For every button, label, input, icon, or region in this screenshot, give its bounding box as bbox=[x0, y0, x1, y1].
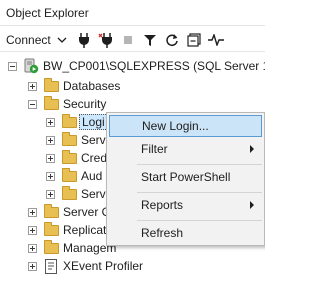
chevron-down-icon bbox=[57, 37, 67, 43]
panel-title: Object Explorer bbox=[0, 0, 265, 26]
submenu-arrow-icon bbox=[250, 201, 254, 209]
tree-item-server-audit-specs[interactable]: Serv bbox=[46, 184, 106, 204]
folder-icon bbox=[43, 221, 59, 238]
folder-icon bbox=[61, 113, 77, 130]
menu-separator bbox=[137, 192, 262, 193]
menu-separator bbox=[137, 220, 262, 221]
folder-icon bbox=[43, 95, 59, 112]
expand-toggle[interactable] bbox=[28, 81, 37, 91]
tree-item-security[interactable]: Security bbox=[28, 94, 106, 114]
menu-item-label: Filter bbox=[141, 142, 168, 156]
menu-item-label: Start PowerShell bbox=[141, 170, 231, 184]
tree-item-server-objects[interactable]: Server O bbox=[28, 202, 111, 222]
collapse-toggle[interactable] bbox=[28, 99, 37, 109]
tree-server-node[interactable]: BW_CP001\SQLEXPRESS (SQL Server 16.0.1 bbox=[8, 56, 265, 76]
folder-icon bbox=[61, 131, 77, 148]
tree-item-label: Databases bbox=[63, 79, 121, 93]
connect-button[interactable]: Connect bbox=[6, 30, 73, 50]
activity-monitor-icon[interactable] bbox=[205, 30, 227, 50]
connect-label: Connect bbox=[6, 32, 51, 47]
tree-item-label: XEvent Profiler bbox=[63, 259, 144, 273]
folder-icon bbox=[61, 149, 77, 166]
tree-item-xevent-profiler[interactable]: XEvent Profiler bbox=[28, 256, 143, 276]
server-label: BW_CP001\SQLEXPRESS (SQL Server 16.0.1 bbox=[43, 59, 265, 73]
folder-icon bbox=[61, 167, 77, 184]
menu-item-label: Refresh bbox=[141, 226, 184, 240]
folder-icon bbox=[43, 77, 59, 94]
menu-item-new-login[interactable]: New Login... bbox=[109, 115, 262, 137]
expand-toggle[interactable] bbox=[46, 117, 55, 127]
expand-toggle[interactable] bbox=[28, 225, 37, 235]
expand-toggle[interactable] bbox=[46, 153, 55, 163]
expand-toggle[interactable] bbox=[46, 171, 55, 181]
expand-toggle[interactable] bbox=[46, 189, 55, 199]
menu-item-label: New Login... bbox=[142, 119, 209, 133]
tree-item-label: Security bbox=[63, 97, 107, 111]
folder-icon bbox=[43, 239, 59, 256]
tree-item-server-roles[interactable]: Serv bbox=[46, 130, 106, 150]
tree-item-credentials[interactable]: Cred bbox=[46, 148, 107, 168]
collapse-toggle[interactable] bbox=[8, 61, 17, 71]
expand-toggle[interactable] bbox=[28, 207, 37, 217]
tree-item-label: Serv bbox=[81, 187, 106, 201]
context-menu: New Login... Filter Start PowerShell Rep… bbox=[106, 112, 265, 246]
menu-item-reports[interactable]: Reports bbox=[109, 194, 262, 216]
menu-item-filter[interactable]: Filter bbox=[109, 138, 262, 160]
filter-icon[interactable] bbox=[139, 30, 161, 50]
expand-toggle[interactable] bbox=[46, 135, 55, 145]
tree-item-logins[interactable]: Logi bbox=[46, 112, 108, 132]
tree-item-replication[interactable]: Replicat bbox=[28, 220, 106, 240]
disconnect-plug-icon[interactable] bbox=[95, 30, 117, 50]
tree-item-label: Aud bbox=[81, 169, 103, 183]
toolbar: Connect bbox=[0, 28, 265, 52]
tree-item-label: Serv bbox=[81, 133, 106, 147]
submenu-arrow-icon bbox=[250, 145, 254, 153]
refresh-icon[interactable] bbox=[161, 30, 183, 50]
menu-item-start-powershell[interactable]: Start PowerShell bbox=[109, 166, 262, 188]
folder-icon bbox=[43, 203, 59, 220]
tree-item-label: Cred bbox=[81, 151, 108, 165]
tree-item-management[interactable]: Managem bbox=[28, 238, 116, 258]
menu-item-label: Reports bbox=[141, 198, 184, 212]
stop-icon[interactable] bbox=[117, 30, 139, 50]
tree-item-audits[interactable]: Aud bbox=[46, 166, 102, 186]
menu-item-refresh[interactable]: Refresh bbox=[109, 222, 262, 244]
xevent-profiler-icon bbox=[43, 258, 59, 274]
menu-separator bbox=[137, 164, 262, 165]
tree-item-label: Logi bbox=[79, 114, 108, 130]
folder-icon bbox=[61, 185, 77, 202]
connect-plug-icon[interactable] bbox=[73, 30, 95, 50]
tree-item-label: Replicat bbox=[63, 223, 107, 237]
object-explorer-window: Object Explorer Connect BW_CP001\SQLEXPR… bbox=[0, 0, 265, 298]
expand-toggle[interactable] bbox=[28, 261, 37, 271]
server-icon bbox=[23, 58, 39, 74]
collapse-icon[interactable] bbox=[183, 30, 205, 50]
tree-item-label: Server O bbox=[63, 205, 112, 219]
tree-item-databases[interactable]: Databases bbox=[28, 76, 120, 96]
expand-toggle[interactable] bbox=[28, 243, 37, 253]
